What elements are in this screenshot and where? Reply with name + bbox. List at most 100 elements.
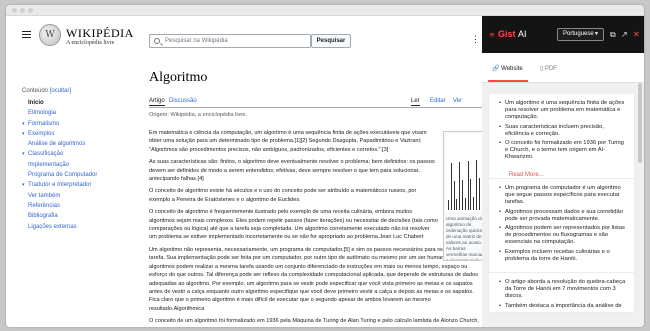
- gist-logo-icon: ≋: [489, 32, 495, 39]
- tab-pdf[interactable]: ▯ PDF: [540, 65, 557, 72]
- tab-discussion[interactable]: Discussão: [169, 98, 197, 104]
- wiki-header: W WIKIPÉDIA A enciclopédia livre Pesquis…: [6, 16, 482, 56]
- share-icon[interactable]: ↗: [621, 30, 628, 39]
- tab-website[interactable]: 🔗 Website: [492, 65, 523, 72]
- tab-edit[interactable]: Editar: [430, 98, 446, 104]
- search-button[interactable]: Pesquisar: [311, 34, 351, 48]
- wikipedia-globe-icon[interactable]: W: [39, 24, 61, 46]
- toc-hide-link[interactable]: [ocultar]: [50, 88, 71, 94]
- language-select[interactable]: Portuguese ▼: [557, 28, 604, 41]
- toc-item[interactable]: Ver também: [22, 191, 122, 201]
- page-title: Algoritmo: [149, 70, 208, 85]
- toc-item-label: Formalismo: [28, 120, 60, 127]
- figure-caption: Uma animação do algoritmo de ordenação q…: [446, 216, 482, 260]
- paragraph: Em matemática e ciência da computação, u…: [149, 130, 427, 153]
- figure-thumbnail[interactable]: Uma animação do algoritmo de ordenação q…: [443, 131, 482, 261]
- tab-article[interactable]: Artigo: [149, 98, 165, 106]
- page-tabs: Artigo Discussão Ler Editar Ver: [149, 98, 482, 108]
- close-icon[interactable]: ✕: [633, 30, 640, 39]
- toc-item-label: Análise de algoritmos: [28, 141, 86, 148]
- summary-bullet: Um algoritmo é uma sequência finita de a…: [499, 100, 628, 122]
- sort-bar: [453, 181, 455, 210]
- paragraph: Um algoritmo não representa, necessariam…: [149, 246, 478, 312]
- window-controls: [12, 8, 33, 13]
- toc-heading: Conteúdo [ocultar]: [22, 88, 72, 94]
- sort-bar: [462, 180, 463, 210]
- toc-item-label: Bibliografia: [28, 213, 58, 220]
- active-tab-indicator: [488, 80, 528, 82]
- sort-bar: [478, 178, 480, 210]
- toc-item-label: Início: [28, 100, 44, 106]
- summary-bullet: Exemplos incluem receitas culinárias e o…: [499, 249, 628, 263]
- toc-item[interactable]: ▾ Tradutor e Interpretador: [22, 180, 122, 190]
- toc-item-label: Referências: [28, 202, 61, 209]
- paragraph: O conceito de algoritmo existe há século…: [149, 188, 417, 203]
- toc-item[interactable]: Programa de Computador: [22, 170, 122, 180]
- summary-bullet: Um programa de computador é um algoritmo…: [499, 185, 628, 207]
- logo-title[interactable]: WIKIPÉDIA: [66, 26, 134, 41]
- toc-item[interactable]: Bibliografia: [22, 211, 122, 221]
- toc-item[interactable]: ▾ Exemplos: [22, 129, 122, 139]
- sort-bar: [476, 160, 477, 210]
- gist-header: ≋ Gist AI Portuguese ▼ ⧉ ↗ ✕: [482, 16, 644, 53]
- toc-item-label: Programa de Computador: [28, 172, 98, 179]
- browser-chrome: [6, 5, 644, 16]
- summary-bullet: Suas características incluem precisão, e…: [499, 124, 628, 138]
- open-external-icon[interactable]: ⧉: [610, 30, 616, 40]
- wikipedia-page: W WIKIPÉDIA A enciclopédia livre Pesquis…: [6, 16, 482, 327]
- toc-item[interactable]: ▾ Formalismo: [22, 119, 122, 129]
- paragraph: As suas características são: finitos, o …: [149, 159, 435, 183]
- summary-card: Um algoritmo é uma sequência finita de a…: [488, 93, 635, 183]
- sort-bar: [459, 162, 461, 210]
- summary-cards: Um algoritmo é uma sequência finita de a…: [482, 83, 644, 327]
- toc-item[interactable]: Início: [22, 98, 122, 108]
- search-input[interactable]: Pesquisar na Wikipédia: [149, 34, 311, 48]
- search-icon: [154, 38, 160, 44]
- scrollbar[interactable]: [638, 83, 642, 163]
- sort-bar: [467, 161, 469, 210]
- toc-item-label: Exemplos: [28, 130, 55, 137]
- paragraph: O conceito de um algoritmo foi formaliza…: [149, 318, 479, 327]
- toc-item-label: Tradutor e Interpretador: [28, 182, 92, 189]
- toc-item[interactable]: Etimologia: [22, 108, 122, 118]
- gist-tabs: 🔗 Website ▯ PDF: [482, 53, 644, 83]
- sort-bar: [470, 179, 472, 210]
- sort-bar: [448, 200, 449, 210]
- more-options-icon[interactable]: ⋮: [471, 35, 480, 44]
- sort-bar: [473, 197, 475, 210]
- browser-content: W WIKIPÉDIA A enciclopédia livre Pesquis…: [6, 16, 644, 327]
- summary-card: Um programa de computador é um algoritmo…: [488, 178, 635, 285]
- toc-item[interactable]: ▾ Classificação: [22, 149, 122, 159]
- tab-read[interactable]: Ler: [411, 98, 420, 106]
- toc-item[interactable]: Implementação: [22, 160, 122, 170]
- browser-window: W WIKIPÉDIA A enciclopédia livre Pesquis…: [6, 5, 644, 327]
- sort-bar: [450, 163, 452, 210]
- sort-bar: [464, 198, 466, 210]
- paragraph: O conceito de algoritmo é frequentemente…: [149, 209, 438, 241]
- article-body: Em matemática e ciência da computação, u…: [149, 129, 482, 327]
- menu-icon[interactable]: [22, 31, 31, 38]
- logo-tagline: A enciclopédia livre: [66, 40, 115, 46]
- toc-item-label: Implementação: [28, 161, 70, 168]
- toc-item-label: Classificação: [28, 151, 64, 158]
- summary-bullet: Algoritmos podem ser representados por l…: [499, 225, 628, 247]
- summary-card: O artigo aborda a resolução do quebra-ca…: [488, 272, 635, 313]
- toc-item[interactable]: Referências: [22, 201, 122, 211]
- tab-history[interactable]: Ver: [453, 98, 462, 104]
- summary-bullet: O conceito foi formalizado em 1936 por T…: [499, 140, 628, 162]
- toc-item-label: Ver também: [28, 192, 61, 199]
- origin-note: Origem: Wikipédia, a enciclopédia livre.: [149, 112, 247, 118]
- summary-bullet: Algoritmos processam dados e sua correti…: [499, 209, 628, 223]
- toc-item[interactable]: Análise de algoritmos: [22, 139, 122, 149]
- gist-ai-panel: ≋ Gist AI Portuguese ▼ ⧉ ↗ ✕ 🔗 Website ▯ …: [482, 16, 644, 327]
- quicksort-animation-image[interactable]: [446, 134, 482, 212]
- toc-item-label: Etimologia: [28, 110, 57, 117]
- sort-bar: [456, 199, 458, 210]
- article-main: Algoritmo Artigo Discussão Ler Editar Ve…: [149, 70, 482, 327]
- summary-bullet: Também destaca a importância da análise …: [499, 303, 628, 310]
- toc-item-label: Ligações externas: [28, 223, 77, 230]
- toc-item[interactable]: Ligações externas: [22, 222, 122, 232]
- summary-bullet: O artigo aborda a resolução do quebra-ca…: [499, 279, 628, 301]
- gist-brand: Gist AI: [498, 29, 527, 39]
- chevron-down-icon: ▼: [594, 31, 599, 37]
